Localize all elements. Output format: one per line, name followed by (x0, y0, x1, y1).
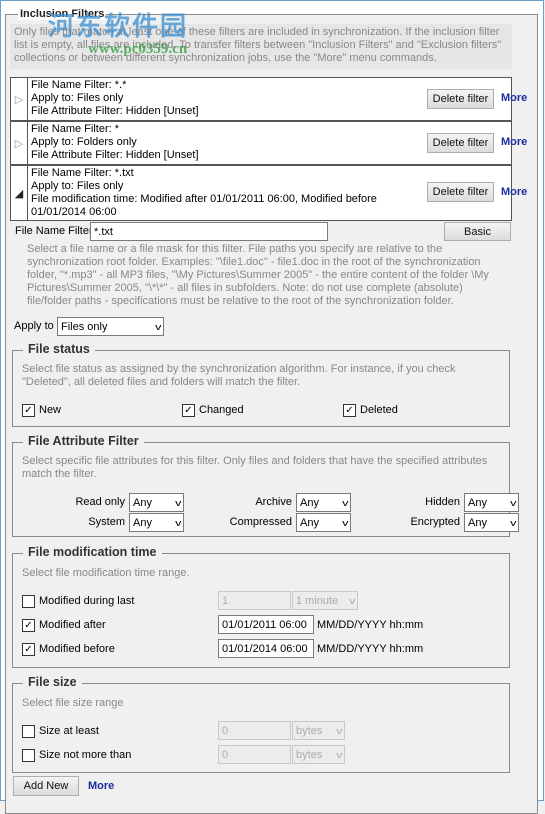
size-at-least-input[interactable]: 0 (218, 721, 291, 740)
attribute-select[interactable]: Any v (129, 513, 184, 532)
unit-value: bytes (296, 724, 323, 737)
modified-after-input[interactable]: 01/01/2011 06:00 (218, 615, 314, 634)
file-name-filter-input[interactable]: *.txt (90, 222, 328, 241)
filter-row[interactable]: ▷ File Name Filter: * Apply to: Folders … (10, 121, 527, 165)
more-link[interactable]: More (501, 186, 527, 198)
attribute-label: Compressed (229, 516, 292, 528)
modified-during-label: Modified during last (39, 595, 135, 607)
modified-before-label: Modified before (39, 643, 115, 655)
changed-checkbox[interactable]: ✓ (182, 404, 195, 417)
filter-row[interactable]: ▷ File Name Filter: *.* Apply to: Files … (10, 77, 527, 121)
attribute-value: Any (133, 496, 152, 509)
attribute-label: Read only (75, 496, 125, 508)
attribute-select[interactable]: Any v (464, 493, 519, 512)
modified-after-label: Modified after (39, 619, 106, 631)
watermark-logo: 河东软件园 www.pc0359.cn (8, 6, 188, 58)
attribute-value: Any (133, 516, 152, 529)
chevron-down-icon: v (341, 497, 348, 508)
new-checkbox[interactable]: ✓ (22, 404, 35, 417)
unit-value: 1 minute (296, 594, 339, 607)
delete-filter-button[interactable]: Delete filter (427, 182, 494, 202)
watermark-text: 河东软件园 (48, 11, 189, 41)
expand-arrow-icon[interactable]: ▷ (11, 78, 28, 120)
attribute-value: Any (468, 496, 487, 509)
size-not-more-input[interactable]: 0 (218, 745, 291, 764)
unit-value: bytes (296, 748, 323, 761)
new-label: New (39, 404, 62, 416)
size-at-least-checkbox[interactable] (22, 725, 35, 738)
modification-time-title: File modification time (23, 545, 162, 559)
size-at-least-label: Size at least (39, 725, 99, 737)
file-size-title: File size (23, 675, 82, 689)
attribute-value: Any (300, 516, 319, 529)
chevron-down-icon: v (335, 725, 342, 736)
add-new-button[interactable]: Add New (13, 776, 79, 796)
modified-during-unit-select[interactable]: 1 minute v (292, 591, 358, 610)
file-status-title: File status (23, 342, 95, 356)
filter-line: Apply to: Files only (31, 180, 124, 192)
file-status-help: Select file status as assigned by the sy… (22, 363, 456, 388)
apply-to-select[interactable]: Files only v (57, 317, 164, 336)
watermark-url: www.pc0359.cn (88, 41, 188, 57)
chevron-down-icon: v (174, 517, 181, 528)
file-name-filter-label: File Name Filter (15, 225, 93, 237)
size-not-more-checkbox[interactable] (22, 749, 35, 762)
filter-line: File Name Filter: * (31, 123, 120, 135)
modified-before-input[interactable]: 01/01/2014 06:00 (218, 639, 314, 658)
file-name-help: Select a file name or a file mask for th… (27, 243, 489, 307)
chevron-down-icon: v (509, 497, 516, 508)
file-attribute-help: Select specific file attributes for this… (22, 455, 488, 480)
filter-line: File Attribute Filter: Hidden [Unset] (31, 149, 199, 161)
attribute-select[interactable]: Any v (296, 493, 351, 512)
attribute-label: System (88, 516, 125, 528)
modified-during-input[interactable]: 1 (218, 591, 291, 610)
more-link[interactable]: More (501, 136, 527, 148)
modification-time-help: Select file modification time range. (22, 567, 190, 579)
expand-arrow-icon[interactable]: ▷ (11, 122, 28, 164)
date-format-hint: MM/DD/YYYY hh:mm (317, 619, 424, 631)
deleted-label: Deleted (360, 404, 398, 416)
attribute-select[interactable]: Any v (129, 493, 184, 512)
changed-label: Changed (199, 404, 244, 416)
attribute-value: Any (300, 496, 319, 509)
basic-button[interactable]: Basic (444, 222, 511, 241)
filter-line: File modification time: Modified after 0… (31, 193, 377, 205)
attribute-value: Any (468, 516, 487, 529)
chevron-down-icon: v (509, 517, 516, 528)
chevron-down-icon: v (335, 749, 342, 760)
filter-line: File Attribute Filter: Hidden [Unset] (31, 105, 199, 117)
date-format-hint: MM/DD/YYYY hh:mm (317, 643, 424, 655)
more-link[interactable]: More (501, 92, 527, 104)
chevron-down-icon: v (154, 321, 161, 332)
filter-line: File Name Filter: *.* (31, 79, 127, 91)
apply-to-label: Apply to (14, 320, 54, 332)
modified-after-checkbox[interactable]: ✓ (22, 619, 35, 632)
filter-line: Apply to: Files only (31, 92, 124, 104)
modified-before-checkbox[interactable]: ✓ (22, 643, 35, 656)
chevron-down-icon: v (174, 497, 181, 508)
modified-during-checkbox[interactable] (22, 595, 35, 608)
file-size-help: Select file size range (22, 697, 124, 709)
filter-line: Apply to: Folders only (31, 136, 137, 148)
filter-line: File Name Filter: *.txt (31, 167, 134, 179)
deleted-checkbox[interactable]: ✓ (343, 404, 356, 417)
attribute-select[interactable]: Any v (296, 513, 351, 532)
file-attribute-title: File Attribute Filter (23, 434, 144, 448)
filter-row-selected[interactable]: ◢ File Name Filter: *.txt Apply to: File… (10, 165, 527, 221)
attribute-label: Hidden (425, 496, 460, 508)
delete-filter-button[interactable]: Delete filter (427, 133, 494, 153)
filter-line: 01/01/2014 06:00 (31, 206, 117, 218)
chevron-down-icon: v (348, 595, 355, 606)
collapse-arrow-icon[interactable]: ◢ (11, 166, 28, 220)
attribute-label: Encrypted (410, 516, 460, 528)
footer-more-link[interactable]: More (88, 780, 114, 792)
delete-filter-button[interactable]: Delete filter (427, 89, 494, 109)
attribute-select[interactable]: Any v (464, 513, 519, 532)
size-not-more-label: Size not more than (39, 749, 132, 761)
size-not-more-unit-select[interactable]: bytes v (292, 745, 345, 764)
chevron-down-icon: v (341, 517, 348, 528)
size-at-least-unit-select[interactable]: bytes v (292, 721, 345, 740)
apply-to-value: Files only (61, 320, 108, 333)
attribute-label: Archive (255, 496, 292, 508)
